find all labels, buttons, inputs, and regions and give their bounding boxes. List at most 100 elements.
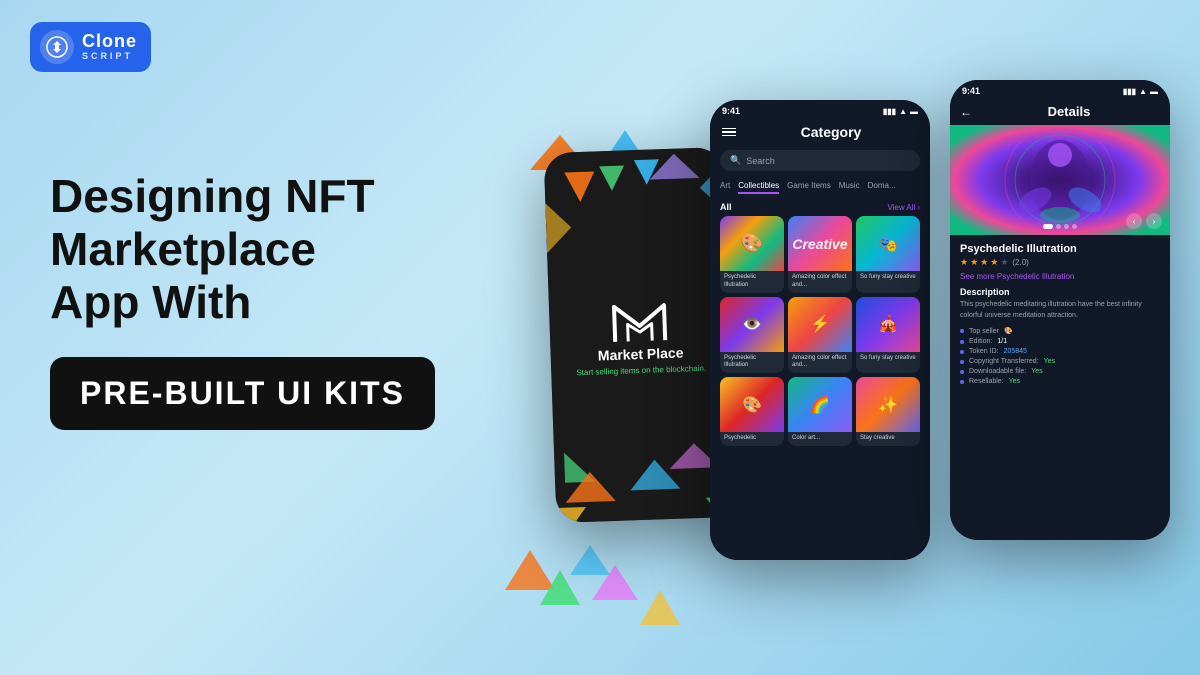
logo-container: Clone SCRIPT bbox=[30, 22, 151, 72]
splash-content: Market Place Start selling items on the … bbox=[544, 147, 737, 523]
view-all-link[interactable]: View All › bbox=[887, 203, 920, 212]
tab-music[interactable]: Music bbox=[839, 181, 860, 194]
menu-icon[interactable] bbox=[722, 128, 736, 137]
detail-token: Token ID: 205845 bbox=[960, 348, 1160, 355]
nft-card-8[interactable]: 🌈 Color art... bbox=[788, 377, 852, 446]
nft-details-body: Psychedelic Illutration ★ ★ ★ ★ ★ (2.0) … bbox=[950, 235, 1170, 540]
search-bar[interactable]: 🔍 Search bbox=[720, 150, 920, 171]
highlight-box: PRE-BUILT UI KITS bbox=[50, 357, 435, 430]
see-more-link[interactable]: See more Psychedelic Illutration bbox=[960, 272, 1160, 281]
tab-game-items[interactable]: Game Items bbox=[787, 181, 831, 194]
category-title: Category bbox=[744, 124, 918, 140]
phone-category-screen: 9:41 ▮▮▮ ▲ ▬ Category 🔍 Search bbox=[710, 100, 930, 560]
tab-collectibles[interactable]: Collectibles bbox=[738, 181, 779, 194]
phone-splash-screen: Market Place Start selling items on the … bbox=[544, 147, 737, 523]
description-label: Description bbox=[960, 287, 1160, 297]
signal-icon: ▮▮▮ bbox=[883, 107, 896, 116]
details-status-icons: ▮▮▮ ▲ ▬ bbox=[1123, 87, 1158, 96]
tab-domain[interactable]: Doma... bbox=[868, 181, 896, 194]
nft-label-4: Psychedelic Illutration bbox=[720, 352, 784, 374]
star-rating: ★ ★ ★ ★ ★ (2.0) bbox=[960, 257, 1160, 268]
bullet-icon-5 bbox=[960, 370, 964, 374]
nft-card-5[interactable]: ⚡ Amazing color effect and... bbox=[788, 297, 852, 374]
star-5: ★ bbox=[1000, 257, 1008, 268]
nft-art-6: 🎪 bbox=[856, 297, 920, 352]
nft-label-6: So funy stay creative bbox=[856, 352, 920, 366]
nft-label-9: Stay creative bbox=[856, 432, 920, 446]
nft-art-3: 🎭 bbox=[856, 216, 920, 271]
details-battery: ▬ bbox=[1150, 87, 1158, 96]
details-content: 9:41 ▮▮▮ ▲ ▬ ← Details bbox=[950, 80, 1170, 540]
nft-card-6[interactable]: 🎪 So funy stay creative bbox=[856, 297, 920, 374]
detail-download: Downloadable file: Yes bbox=[960, 368, 1160, 375]
logo-svg bbox=[46, 36, 68, 58]
bullet-icon-3 bbox=[960, 350, 964, 354]
nft-label-5: Amazing color effect and... bbox=[788, 352, 852, 374]
star-3: ★ bbox=[980, 257, 988, 268]
detail-copyright: Copyright Transferred: Yes bbox=[960, 358, 1160, 365]
splash-title: Market Place bbox=[598, 344, 684, 363]
category-tabs: Art Collectibles Game Items Music Doma..… bbox=[710, 175, 930, 198]
nft-art-7: 🎨 bbox=[720, 377, 784, 432]
details-wifi: ▲ bbox=[1139, 87, 1147, 96]
details-status-bar: 9:41 ▮▮▮ ▲ ▬ bbox=[950, 80, 1170, 100]
star-4: ★ bbox=[990, 257, 998, 268]
nft-card-4[interactable]: 👁️ Psychedelic Illutration bbox=[720, 297, 784, 374]
dot-1 bbox=[1043, 224, 1053, 229]
nft-detail-name: Psychedelic Illutration bbox=[960, 243, 1160, 255]
bullet-icon-6 bbox=[960, 380, 964, 384]
nft-art-8: 🌈 bbox=[788, 377, 852, 432]
phone-details-screen: 9:41 ▮▮▮ ▲ ▬ ← Details bbox=[950, 80, 1170, 540]
nft-card-9[interactable]: ✨ Stay creative bbox=[856, 377, 920, 446]
highlight-text: PRE-BUILT UI KITS bbox=[80, 375, 405, 411]
back-button[interactable]: ← bbox=[960, 105, 972, 119]
phone-header: Category bbox=[710, 120, 930, 146]
search-icon: 🔍 bbox=[730, 155, 741, 166]
status-icons: ▮▮▮ ▲ ▬ bbox=[883, 107, 918, 116]
nft-art-1: 🎨 bbox=[720, 216, 784, 271]
nft-label-2: Amazing color effect and... bbox=[788, 271, 852, 293]
star-2: ★ bbox=[970, 257, 978, 268]
nft-card-7[interactable]: 🎨 Psychedelic bbox=[720, 377, 784, 446]
dot-2 bbox=[1056, 224, 1061, 229]
logo-brand: Clone bbox=[82, 32, 137, 52]
time-display: 9:41 bbox=[722, 106, 740, 116]
hero-image: ‹ › bbox=[950, 125, 1170, 235]
logo-text: Clone SCRIPT bbox=[82, 32, 137, 62]
nft-card-2[interactable]: Creative Amazing color effect and... bbox=[788, 216, 852, 293]
description-text: This psychedelic meditating illutration … bbox=[960, 300, 1160, 321]
details-signal: ▮▮▮ bbox=[1123, 87, 1136, 96]
splash-subtitle: Start selling items on the blockchain. bbox=[566, 363, 716, 377]
dot-3 bbox=[1064, 224, 1069, 229]
nft-grid-row3: 🎨 Psychedelic 🌈 Color art... ✨ Stay crea… bbox=[710, 377, 930, 450]
prev-arrow[interactable]: ‹ bbox=[1126, 213, 1142, 229]
category-content: 9:41 ▮▮▮ ▲ ▬ Category 🔍 Search bbox=[710, 100, 930, 560]
section-all-label: All bbox=[720, 202, 732, 212]
nft-art-9: ✨ bbox=[856, 377, 920, 432]
logo-sub: SCRIPT bbox=[82, 52, 137, 62]
search-placeholder: Search bbox=[746, 156, 775, 166]
section-header: All View All › bbox=[710, 198, 930, 216]
details-time: 9:41 bbox=[962, 86, 980, 96]
nav-arrows: ‹ › bbox=[1126, 213, 1162, 229]
dot-4 bbox=[1072, 224, 1077, 229]
battery-icon: ▬ bbox=[910, 107, 918, 116]
image-dots bbox=[1043, 224, 1077, 229]
phones-container: Market Place Start selling items on the … bbox=[550, 50, 1170, 650]
next-arrow[interactable]: › bbox=[1146, 213, 1162, 229]
status-bar: 9:41 ▮▮▮ ▲ ▬ bbox=[710, 100, 930, 120]
tab-art[interactable]: Art bbox=[720, 181, 730, 194]
bullet-icon-2 bbox=[960, 340, 964, 344]
nft-card-3[interactable]: 🎭 So funy stay creative bbox=[856, 216, 920, 293]
nft-label-1: Psychedelic Illutration bbox=[720, 271, 784, 293]
nft-label-7: Psychedelic bbox=[720, 432, 784, 446]
nft-label-3: So funy stay creative bbox=[856, 271, 920, 285]
logo-icon bbox=[40, 30, 74, 64]
main-heading: Designing NFT Marketplace App With bbox=[50, 170, 450, 329]
detail-edition: Edition: 1/1 bbox=[960, 338, 1160, 345]
left-content: Designing NFT Marketplace App With PRE-B… bbox=[50, 170, 450, 430]
bullet-icon bbox=[960, 329, 964, 333]
nft-card-1[interactable]: 🎨 Psychedelic Illutration bbox=[720, 216, 784, 293]
detail-top-seller: Top seller 🎨 bbox=[960, 327, 1160, 335]
detail-resellable: Resellable: Yes bbox=[960, 378, 1160, 385]
